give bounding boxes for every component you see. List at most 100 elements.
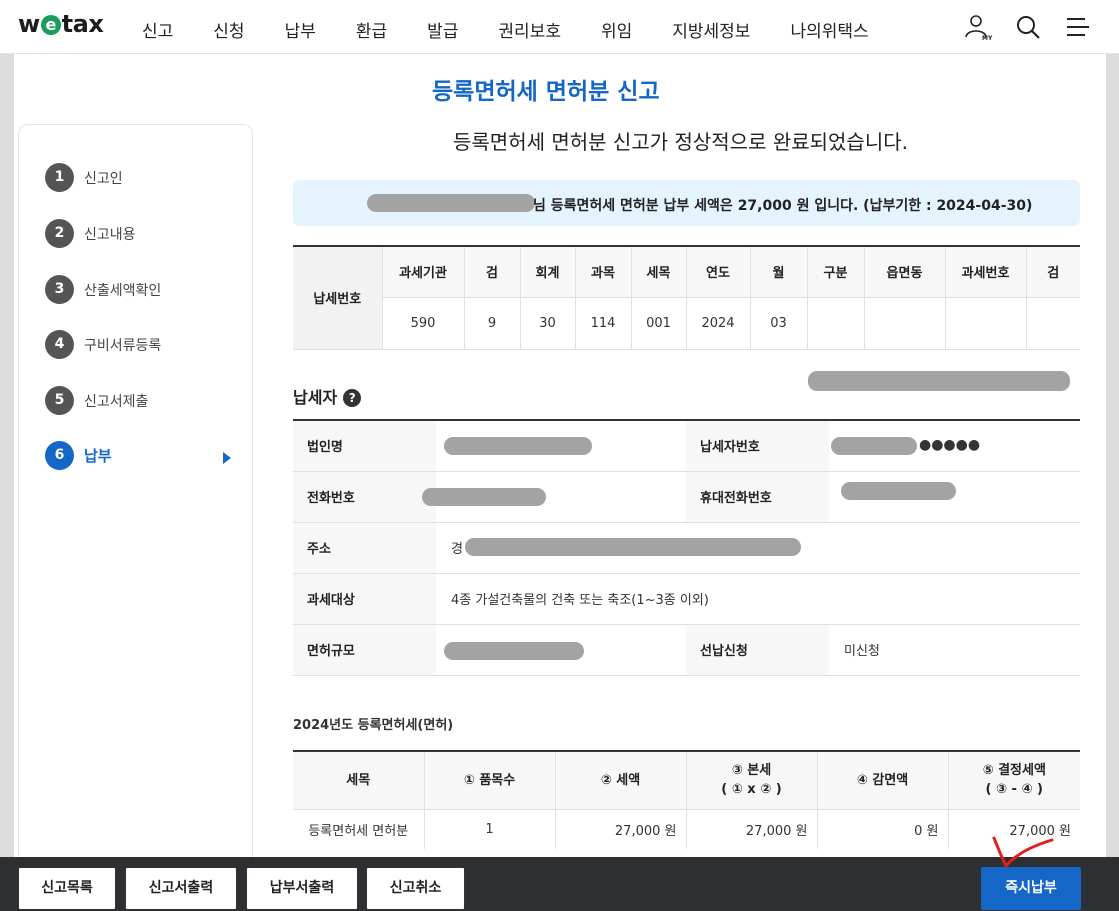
redacted-corp-name [444,437,592,455]
redacted-address [465,537,801,556]
step-label: 신고서제출 [84,393,149,410]
corp-name-label: 법인명 [293,420,436,472]
menu-item-refund[interactable]: 환급 [356,17,387,42]
table-cell: 2024 [685,297,750,350]
step-item-2[interactable]: 2 신고내용 [45,219,136,248]
step-item-3[interactable]: 3 산출세액확인 [45,275,161,304]
payer-no-label: 납세자번호 [686,420,829,472]
menu-item-local-tax-info[interactable]: 지방세정보 [672,17,750,42]
table-cell: 001 [630,297,686,350]
column-header: ⑤ 결정세액 ( ③ - ④ ) [947,751,1080,810]
page-content: 등록면허세 면허분 신고 1 신고인 2 신고내용 3 산출세액확인 4 구비서류등록 … [14,54,1106,857]
column-header: 세목 [293,751,424,810]
mobile-label: 휴대전화번호 [686,471,829,523]
column-header: 과세번호 [944,246,1026,298]
taxpayer-title-text: 납세자 [293,388,338,407]
table-cell [944,297,1026,350]
help-icon[interactable]: ? [343,389,362,407]
table-cell: 27,000 원 [685,809,817,849]
menu-item-rights[interactable]: 권리보호 [498,17,561,42]
step-label: 납부 [84,447,112,465]
search-icon[interactable] [1013,12,1043,42]
step-item-4[interactable]: 4 구비서류등록 [45,330,161,359]
page-title: 등록면허세 면허분 신고 [432,79,660,105]
license-scale-label: 면허규모 [293,624,436,676]
step-number: 4 [45,330,74,359]
menu-item-report[interactable]: 신고 [142,17,173,42]
redacted-tax-number [808,371,1070,391]
tax-number-table: 납세번호 과세기관 검 회계 과목 세목 연도 월 구분 읍면동 과세번호 검 … [293,245,1080,350]
column-header: 읍면동 [863,246,945,298]
phone-value [422,471,686,523]
step-number: 1 [45,163,74,192]
table-row: 등록면허세 면허분 1 27,000 원 27,000 원 0 원 27,000… [293,809,1080,849]
menu-icon[interactable] [1063,12,1093,42]
column-header: 과목 [574,246,631,298]
logo-text-w: w [18,10,40,38]
payment-notice: 님 등록면허세 면허분 납부 세액은 27,000 원 입니다. (납부기한 :… [293,180,1080,226]
logo-e-mark: e [40,15,61,35]
column-header: 세목 [630,246,686,298]
step-item-1[interactable]: 1 신고인 [45,163,123,192]
table-cell: 9 [463,297,520,350]
top-navigation: w e tax 신고 신청 납부 환급 발급 권리보호 위임 지방세정보 나의위택스… [0,0,1119,54]
column-header: 회계 [519,246,575,298]
table-cell: 0 원 [816,809,948,849]
menu-item-delegation[interactable]: 위임 [601,17,632,42]
step-number: 3 [45,275,74,304]
step-label: 산출세액확인 [84,282,162,299]
active-step-arrow-icon [223,452,231,464]
redacted-name [367,194,535,212]
column-header: ① 품목수 [423,751,555,810]
step-sidebar: 1 신고인 2 신고내용 3 산출세액확인 4 구비서류등록 5 신고서제출 6 납부 [18,124,253,857]
menu-item-my-wetax[interactable]: 나의위택스 [790,17,868,42]
cancel-report-button[interactable]: 신고취소 [366,867,465,910]
tax-target-value: 4종 가설건축물의 건축 또는 축조(1~3종 이외) [436,573,1080,625]
step-number: 2 [45,219,74,248]
tax-number-row-label: 납세번호 [293,246,382,350]
nav-icons: MY [963,12,1093,42]
step-label: 신고인 [84,170,123,187]
tax-target-label: 과세대상 [293,573,436,625]
license-scale-value [436,624,686,676]
table-cell: 27,000 원 [554,809,686,849]
column-header: 구분 [806,246,864,298]
completion-message: 등록면허세 면허분 신고가 정상적으로 완료되었습니다. [453,130,908,154]
prepay-value: 미신청 [829,624,1080,676]
table-cell: 등록면허세 면허분 [308,823,409,839]
my-user-icon[interactable]: MY [963,12,993,42]
taxpayer-section-title: 납세자? [293,384,362,408]
table-cell: 590 [381,297,464,350]
logo-text-tax: tax [61,10,104,38]
redacted-mobile [841,481,956,500]
step-item-6[interactable]: 6 납부 [45,441,112,470]
bottom-action-bar: 신고목록 신고서출력 납부서출력 신고취소 즉시납부 [0,857,1119,911]
address-prefix: 경 [451,542,463,557]
step-number: 5 [45,386,74,415]
tax-amount-table: 세목 ① 품목수 ② 세액 ③ 본세 ( ① x ② ) ④ 감면액 ⑤ 결정세… [293,750,1080,849]
wetax-logo[interactable]: w e tax [18,10,104,38]
prepay-label: 선납신청 [686,624,829,676]
table-cell: 30 [519,297,575,350]
menu-item-issue[interactable]: 발급 [427,17,458,42]
table-cell [1025,297,1080,350]
table-cell: 03 [749,297,807,350]
taxpayer-table: 법인명 납세자번호 ●●●●● 전화번호 휴대전화번호 주소 경 과세대상 4종… [293,419,1080,676]
column-header: 월 [749,246,807,298]
print-report-button[interactable]: 신고서출력 [125,867,237,910]
menu-item-payment[interactable]: 납부 [285,17,316,42]
print-payment-button[interactable]: 납부서출력 [246,867,358,910]
checkmark-annotation-icon [992,836,1054,868]
step-item-5[interactable]: 5 신고서제출 [45,386,148,415]
redacted-payer-no [831,437,917,455]
column-header: ② 세액 [554,751,686,810]
table-cell: 1 [423,809,555,849]
address-label: 주소 [293,522,436,574]
column-header: 검 [463,246,520,298]
payer-no-value: ●●●●● [829,420,1080,472]
column-header: ③ 본세 ( ① x ② ) [685,751,817,810]
menu-item-apply[interactable]: 신청 [213,17,244,42]
address-value: 경 [436,522,1080,574]
report-list-button[interactable]: 신고목록 [18,867,116,910]
table-cell [863,297,945,350]
